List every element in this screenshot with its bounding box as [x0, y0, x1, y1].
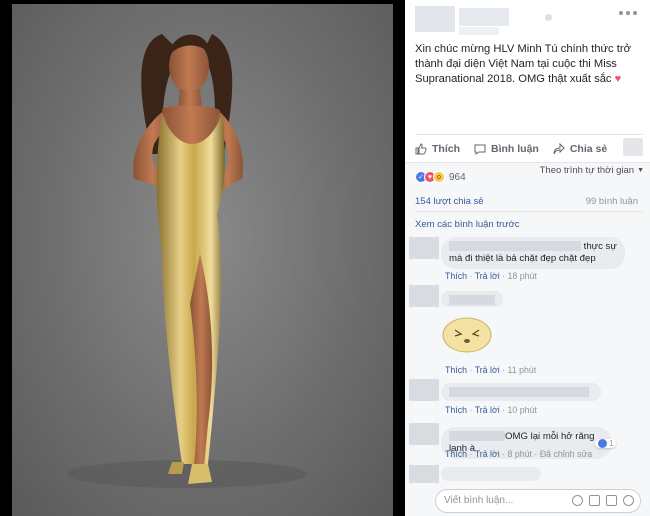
- comment-button-label: Bình luận: [491, 142, 539, 155]
- share-options-blurred[interactable]: [623, 138, 643, 156]
- avatar[interactable]: [409, 465, 439, 483]
- photo-viewer: [0, 0, 405, 516]
- like-button[interactable]: Thích: [415, 143, 460, 155]
- avatar[interactable]: [409, 423, 439, 445]
- comment-bubble: [441, 291, 503, 307]
- comment-time: 18 phút: [507, 271, 537, 281]
- reaction-count: 964: [449, 171, 466, 183]
- avatar[interactable]: [409, 285, 439, 307]
- divider: [415, 211, 643, 212]
- post-panel: Xin chúc mừng HLV Minh Tú chính thức trở…: [405, 0, 650, 516]
- comment-input[interactable]: Viết bình luận...: [435, 489, 641, 513]
- author-meta-blurred: [459, 27, 499, 35]
- share-button[interactable]: Chia sẻ: [553, 142, 608, 155]
- wow-reaction-icon: o: [433, 171, 445, 183]
- comment-reply-link[interactable]: Trả lời: [475, 449, 500, 459]
- commenter-text-blurred: [449, 387, 589, 398]
- comment-actions: Thích · Trả lời · 8 phút · Đã chỉnh sửa: [445, 449, 593, 459]
- comment-bubble: [441, 383, 601, 401]
- comment-time: 11 phút: [507, 365, 537, 375]
- comment-icon: [474, 144, 486, 155]
- view-previous-comments-link[interactable]: Xem các bình luận trước: [415, 219, 519, 230]
- heart-icon: ♥: [614, 72, 622, 85]
- action-bar: Thích Bình luận Chia sẻ: [415, 134, 643, 162]
- commenter-name-blurred[interactable]: [449, 431, 505, 442]
- sort-dropdown[interactable]: Theo trình tự thời gian ▼: [540, 165, 644, 176]
- comment-reply-link[interactable]: Trả lời: [475, 271, 500, 281]
- commenter-name-blurred[interactable]: [449, 241, 581, 252]
- comment-reply-link[interactable]: Trả lời: [475, 405, 500, 415]
- comment-text-line1: thực sự: [583, 241, 617, 252]
- like-reaction-icon: [598, 439, 607, 448]
- commenter-name-blurred[interactable]: [449, 295, 495, 306]
- privacy-icon: [545, 14, 552, 21]
- model-illustration: [67, 34, 307, 488]
- comment-button[interactable]: Bình luận: [474, 143, 539, 155]
- sticker-icon[interactable]: [623, 495, 634, 506]
- comment-input-icons: [572, 495, 634, 506]
- comment-like-link[interactable]: Thích: [445, 405, 467, 415]
- comment-like-link[interactable]: Thích: [445, 449, 467, 459]
- share-icon: [553, 142, 565, 154]
- comment-actions: Thích · Trả lời · 11 phút: [445, 365, 537, 375]
- post-photo[interactable]: [12, 4, 393, 516]
- share-button-label: Chia sẻ: [569, 142, 608, 155]
- comment-section: ✓ ♥ o 964 Theo trình tự thời gian ▼ 154 …: [405, 162, 650, 516]
- comment-edited[interactable]: Đã chỉnh sửa: [540, 449, 592, 459]
- camera-icon[interactable]: [589, 495, 600, 506]
- comment-bubble: [441, 467, 541, 481]
- post-header: [405, 0, 650, 40]
- chevron-down-icon: ▼: [637, 167, 644, 174]
- comment-input-placeholder: Viết bình luận...: [444, 495, 514, 506]
- avatar[interactable]: [409, 379, 439, 401]
- avatar[interactable]: [409, 237, 439, 259]
- share-count[interactable]: 154 lượt chia sẻ: [415, 196, 484, 207]
- comment-actions: Thích · Trả lời · 18 phút: [445, 271, 537, 281]
- sort-label: Theo trình tự thời gian: [539, 165, 635, 176]
- comment-text-line2: mà đi thiệt là bả chặt đẹp chặt đẹp: [449, 253, 596, 264]
- comment-reply-link[interactable]: Trả lời: [475, 365, 500, 375]
- comment-bubble: thực sự mà đi thiệt là bả chặt đẹp chặt …: [441, 237, 625, 269]
- author-name-blurred[interactable]: [459, 8, 509, 26]
- like-button-label: Thích: [432, 142, 460, 155]
- post-text: Xin chúc mừng HLV Minh Tú chính thức trở…: [415, 42, 643, 86]
- post-text-body: Xin chúc mừng HLV Minh Tú chính thức trở…: [415, 43, 631, 85]
- comment-like-count-value: 1: [609, 439, 614, 448]
- emoji-icon[interactable]: [572, 495, 583, 506]
- thumbs-up-icon: [415, 142, 427, 154]
- comment-time: 8 phút: [507, 449, 532, 459]
- author-avatar[interactable]: [415, 6, 455, 32]
- comment-count[interactable]: 99 bình luận: [586, 196, 638, 207]
- gif-icon[interactable]: [606, 495, 617, 506]
- more-options-icon[interactable]: [619, 8, 643, 18]
- comment-like-count[interactable]: 1: [595, 439, 617, 448]
- comment-like-link[interactable]: Thích: [445, 365, 467, 375]
- comment-like-link[interactable]: Thích: [445, 271, 467, 281]
- comment-actions: Thích · Trả lời · 10 phút: [445, 405, 537, 415]
- comment-time: 10 phút: [507, 405, 537, 415]
- sticker-image[interactable]: [441, 315, 493, 353]
